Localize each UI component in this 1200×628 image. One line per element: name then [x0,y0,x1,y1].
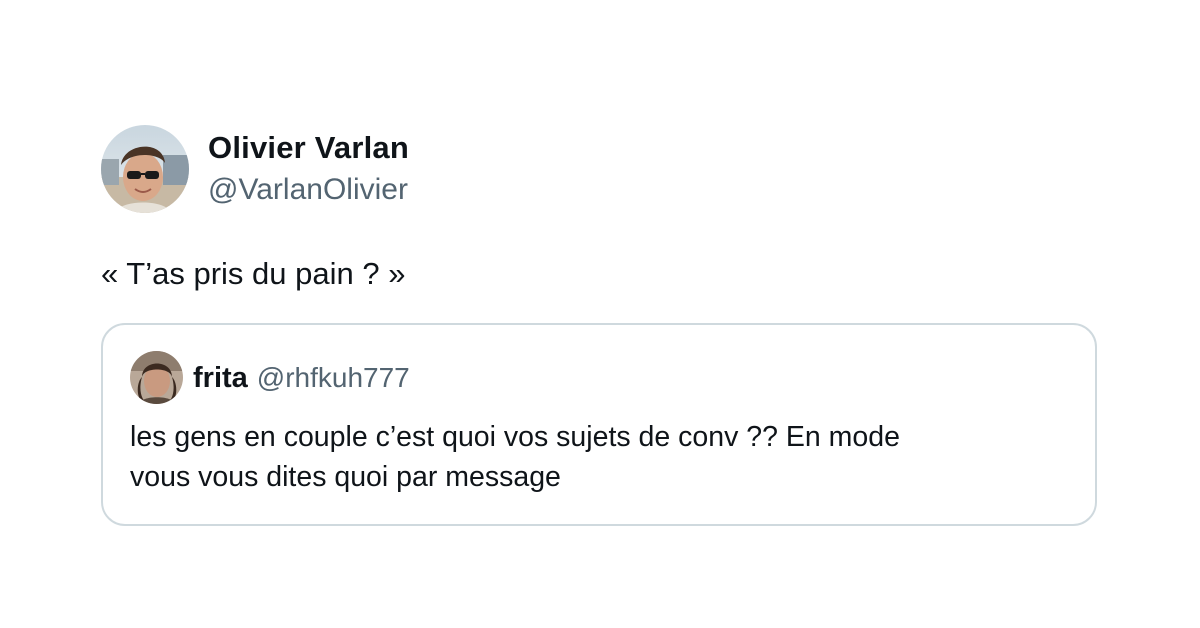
tweet-card: Olivier Varlan @VarlanOlivier « T’as pri… [101,124,1101,526]
quoted-tweet-text: les gens en couple c’est quoi vos sujets… [130,417,1070,497]
profile-photo-avatar-icon [101,125,189,213]
author-names: Olivier Varlan @VarlanOlivier [208,128,409,210]
quoted-tweet-header: frita @rhfkuh777 [130,351,410,404]
quoted-tweet-text-line: vous vous dites quoi par message [130,461,561,493]
quoted-author-display-name: frita [193,361,248,394]
author-avatar[interactable] [101,125,189,213]
profile-photo-avatar-icon [130,351,183,404]
quoted-author-avatar [130,351,183,404]
quoted-author-handle: @rhfkuh777 [256,361,410,393]
quoted-tweet[interactable]: frita @rhfkuh777 les gens en couple c’es… [101,323,1097,526]
tweet-author: Olivier Varlan @VarlanOlivier [101,124,1101,214]
author-display-name[interactable]: Olivier Varlan [208,128,409,168]
author-handle[interactable]: @VarlanOlivier [208,170,409,210]
quoted-tweet-text-line: les gens en couple c’est quoi vos sujets… [130,421,900,453]
tweet-text: « T’as pris du pain ? » [101,256,406,291]
